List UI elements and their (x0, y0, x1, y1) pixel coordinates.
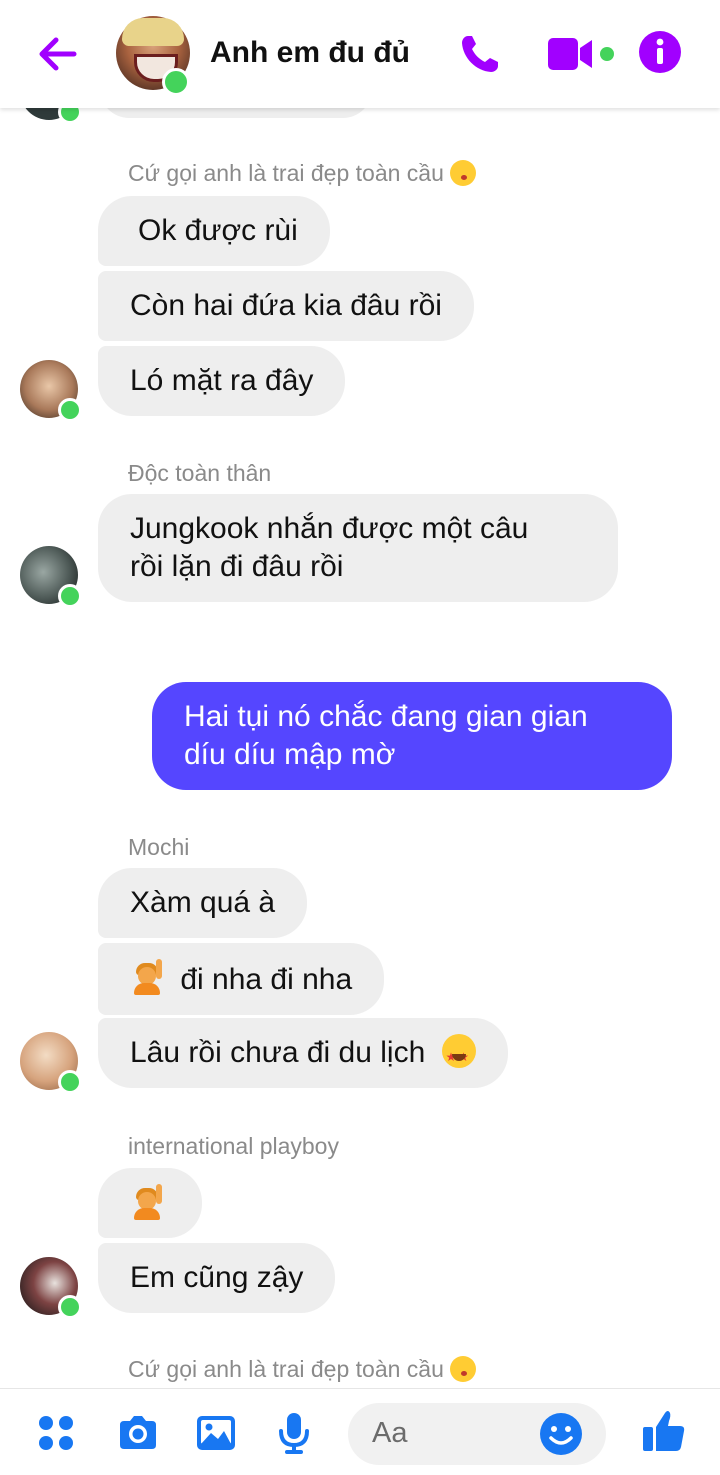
message-bubble[interactable] (98, 1168, 202, 1238)
message-text: đi nha đi nha (180, 963, 353, 996)
message-bubble[interactable]: Ló mặt ra đây (98, 346, 346, 416)
message-text-line: díu díu mập mờ (184, 738, 396, 771)
message-text: Em cũng zậy (130, 1261, 304, 1294)
sender-name-text: international playboy (128, 1133, 339, 1159)
message-text-line: rồi lặn đi đâu rồi (130, 550, 344, 583)
online-indicator (58, 584, 82, 608)
message-input[interactable]: Aa (348, 1403, 606, 1465)
sender-name-text: Độc toàn thân (128, 460, 272, 486)
microphone-icon[interactable] (272, 1411, 316, 1455)
message-composer: Aa (0, 1388, 720, 1475)
emoji-smile-icon[interactable] (538, 1411, 584, 1457)
message-text: Còn hai đứa kia đâu rồi (130, 289, 442, 322)
message-text-line: Jungkook nhắn được một câu (130, 512, 529, 545)
message-bubble[interactable]: Ok được rùi (98, 196, 330, 266)
person-raising-hand-emoji-icon (130, 1184, 162, 1220)
message-input-placeholder: Aa (372, 1417, 408, 1449)
avatar[interactable] (20, 1257, 82, 1319)
online-indicator (58, 1070, 82, 1094)
sender-name: Mochi (128, 834, 189, 861)
sender-name-text: Cứ gọi anh là trai đẹp toàn cầu (128, 160, 444, 186)
message-bubble[interactable]: Còn hai đứa kia đâu rồi (98, 271, 474, 341)
sender-name: Độc toàn thân (128, 460, 271, 487)
online-indicator (162, 68, 190, 96)
video-camera-icon[interactable] (546, 34, 618, 74)
message-text-line: Hai tụi nó chắc đang gian gian (184, 700, 588, 733)
sender-name-text: Mochi (128, 834, 190, 860)
message-text: Xàm quá à (130, 886, 276, 919)
kissing-face-emoji-icon (450, 160, 477, 186)
sender-name: international playboy (128, 1133, 339, 1160)
sender-name: Cứ gọi anh là trai đẹp toàn cầu (128, 160, 477, 187)
message-bubble[interactable]: đi nha đi nha (98, 943, 385, 1015)
kissing-face-emoji-icon (450, 1356, 477, 1382)
thumbs-up-icon[interactable] (640, 1407, 688, 1455)
message-bubble[interactable]: Lâu rồi chưa đi du lịch (98, 1018, 508, 1088)
star-struck-emoji-icon (441, 1034, 476, 1076)
chat-header: Anh em đu đủ (0, 0, 720, 108)
own-message-bubble[interactable]: Hai tụi nó chắc đang gian gian díu díu m… (152, 682, 672, 790)
message-bubble[interactable]: Jungkook nhắn được một câu rồi lặn đi đâ… (98, 494, 618, 602)
message-text: Ló mặt ra đây (130, 364, 314, 397)
sender-name-text: Cứ gọi anh là trai đẹp toàn cầu (128, 1356, 444, 1382)
phone-icon[interactable] (456, 30, 504, 78)
message-list[interactable]: Cứ gọi anh là trai đẹp toàn cầu Ok được … (0, 0, 720, 1388)
avatar[interactable] (20, 546, 82, 608)
camera-icon[interactable] (116, 1411, 160, 1455)
info-icon[interactable] (638, 30, 682, 74)
message-bubble[interactable]: Em cũng zậy (98, 1243, 336, 1313)
online-indicator (58, 1295, 82, 1319)
back-arrow-icon[interactable] (34, 32, 82, 76)
message-text: Ok được rùi (138, 214, 298, 247)
menu-dots-icon[interactable] (34, 1411, 78, 1455)
message-text: Lâu rồi chưa đi du lịch (130, 1036, 426, 1069)
person-raising-hand-emoji-icon (130, 959, 162, 995)
gallery-icon[interactable] (194, 1411, 238, 1455)
sender-name: Cứ gọi anh là trai đẹp toàn cầu (128, 1356, 477, 1383)
group-title[interactable]: Anh em đu đủ (210, 36, 410, 70)
avatar[interactable] (20, 1032, 82, 1094)
online-indicator (58, 398, 82, 422)
message-bubble[interactable]: Xàm quá à (98, 868, 308, 938)
avatar[interactable] (20, 360, 82, 422)
